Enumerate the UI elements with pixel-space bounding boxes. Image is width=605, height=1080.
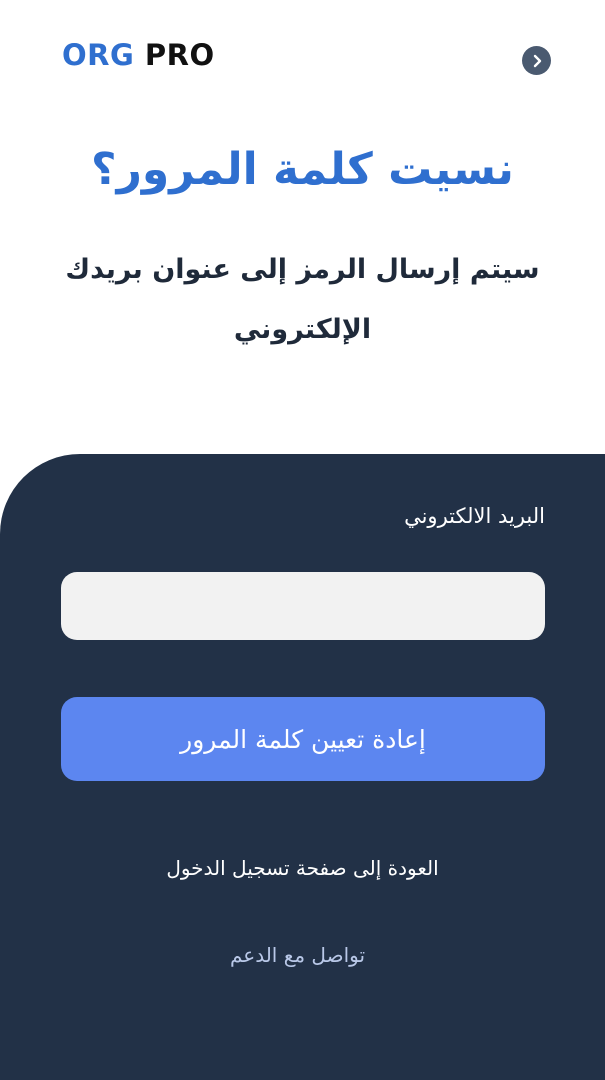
app-logo: ORG PRO — [62, 38, 215, 72]
email-label: البريد الالكتروني — [404, 504, 545, 528]
logo-pro-text: PRO — [144, 38, 215, 72]
page-title: نسيت كلمة المرور؟ — [91, 144, 514, 195]
back-to-login-link[interactable]: العودة إلى صفحة تسجيل الدخول — [0, 856, 605, 880]
reset-form-panel: البريد الالكتروني إعادة تعيين كلمة المرو… — [0, 454, 605, 1080]
email-field[interactable] — [61, 572, 545, 640]
logo-org-text: ORG — [62, 38, 135, 72]
reset-password-button[interactable]: إعادة تعيين كلمة المرور — [61, 697, 545, 781]
contact-support-link[interactable]: تواصل مع الدعم — [0, 943, 595, 967]
back-button[interactable] — [522, 46, 551, 75]
chevron-right-icon — [530, 54, 544, 68]
page-subtitle: سيتم إرسال الرمز إلى عنوان بريدك الإلكتر… — [65, 254, 540, 345]
